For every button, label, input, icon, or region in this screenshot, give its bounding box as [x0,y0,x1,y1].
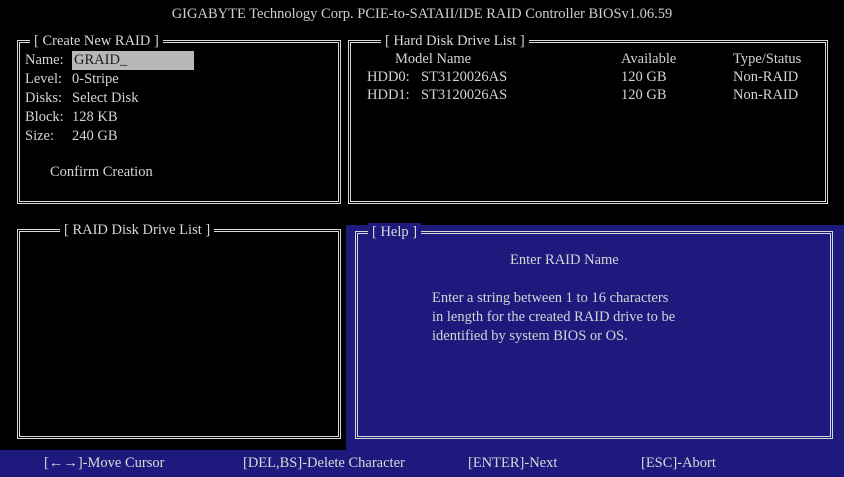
raid-name-input[interactable]: GRAID_ [72,51,194,70]
size-field-row[interactable]: Size: 240 GB [25,127,118,146]
raid-list-panel-title: [ RAID Disk Drive List ] [60,221,215,239]
raid-size-value[interactable]: 240 GB [72,128,118,144]
level-field-row[interactable]: Level: 0-Stripe [25,70,119,89]
block-label: Block: [25,109,64,125]
disks-field-row[interactable]: Disks: Select Disk [25,89,138,108]
confirm-creation-button[interactable]: Confirm Creation [50,163,153,182]
raid-block-value[interactable]: 128 KB [72,109,118,125]
help-line: Enter a string between 1 to 16 character… [432,290,669,306]
hint-abort: [ESC]-Abort [641,455,716,471]
hint-next: [ENTER]-Next [468,455,558,471]
hint-delete-character: [DEL,BS]-Delete Character [243,455,405,471]
hdd-available: 120 GB [621,69,667,85]
hint-move-cursor: [←→]-Move Cursor [44,455,165,471]
name-label: Name: [25,52,64,68]
hdd-list-panel: [ Hard Disk Drive List ] Model Name Avai… [348,32,828,204]
hdd-list-panel-title: [ Hard Disk Drive List ] [381,32,529,50]
key-hints-bar: [←→]-Move Cursor [DEL,BS]-Delete Charact… [0,450,844,477]
level-label: Level: [25,71,63,87]
help-line: in length for the created RAID drive to … [432,309,676,325]
raid-list-panel: [ RAID Disk Drive List ] [17,221,341,439]
bios-title: GIGABYTE Technology Corp. PCIE-to-SATAII… [0,0,844,28]
block-field-row[interactable]: Block: 128 KB [25,108,118,127]
raid-level-value[interactable]: 0-Stripe [72,71,119,87]
help-line: identified by system BIOS or OS. [432,328,628,344]
hdd-available: 120 GB [621,87,667,103]
col-header-available: Available [621,51,677,67]
col-header-status: Type/Status [733,51,802,67]
hdd-id: HDD1: [367,87,410,103]
raid-disks-value[interactable]: Select Disk [72,90,138,106]
hdd-status: Non-RAID [733,69,799,85]
create-raid-panel-title: [ Create New RAID ] [30,32,163,50]
disks-label: Disks: [25,90,63,106]
hdd-model: ST3120026AS [421,87,508,103]
create-raid-panel: [ Create New RAID ] Name: GRAID_ Level: 0-… [17,32,341,204]
size-label: Size: [25,128,54,144]
help-panel-title: [ Help ] [368,223,422,241]
hdd-id: HDD0: [367,69,410,85]
help-heading: Enter RAID Name [510,252,619,268]
name-field-row[interactable]: Name: GRAID_ [25,51,194,70]
col-header-model: Model Name [395,51,472,67]
hdd-model: ST3120026AS [421,69,508,85]
help-panel: [ Help ] Enter RAID Name Enter a string … [355,223,833,439]
hdd-status: Non-RAID [733,87,799,103]
